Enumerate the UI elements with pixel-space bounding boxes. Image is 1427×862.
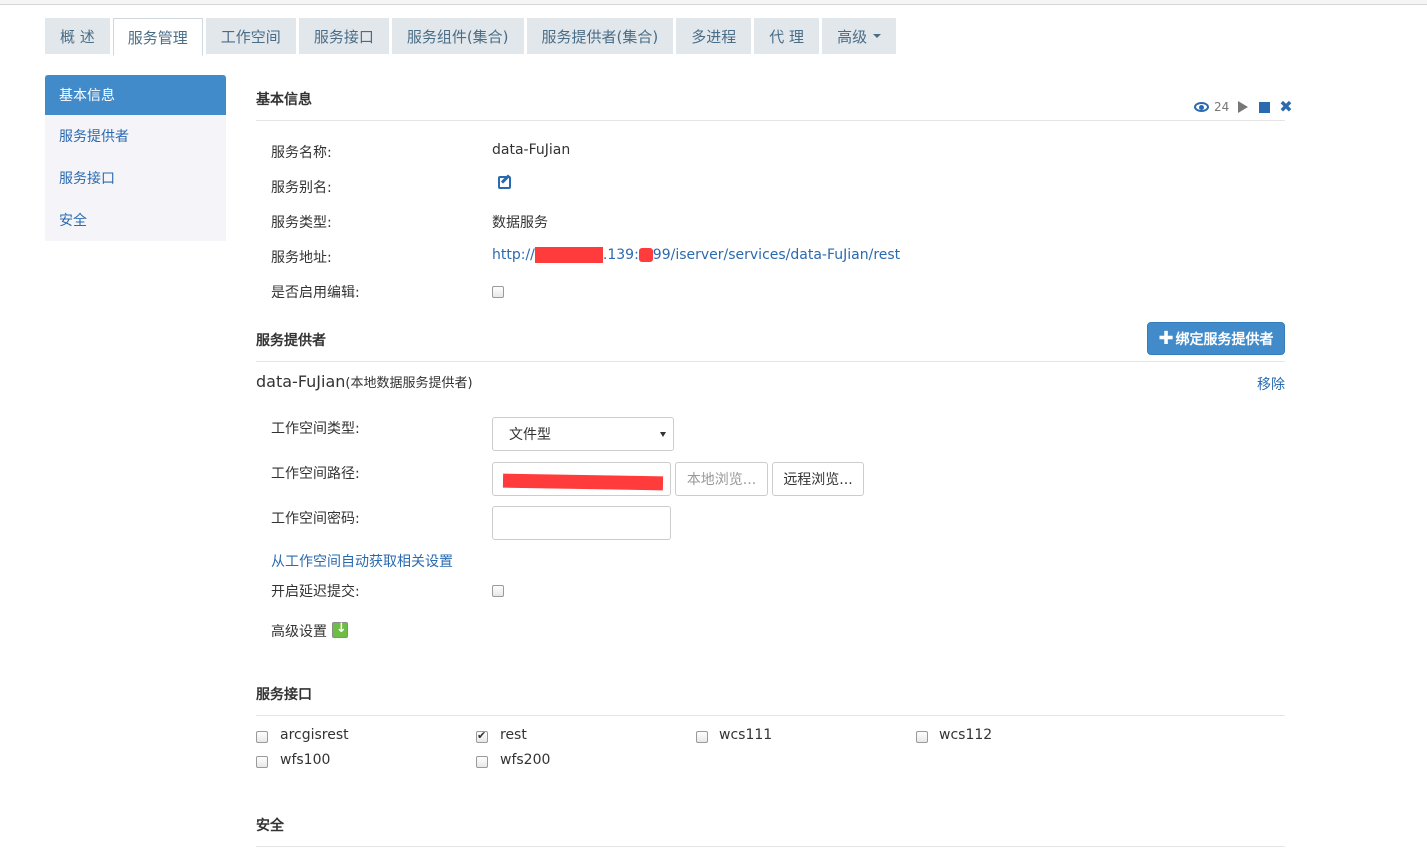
- interface-label-wcs112: wcs112: [939, 727, 993, 743]
- interface-checkbox-wfs200[interactable]: [476, 756, 488, 768]
- interface-checkbox-wcs112[interactable]: [916, 731, 928, 743]
- service-url-link[interactable]: http:// .139: 99/iserver/services/data-FuJ…: [492, 247, 900, 263]
- service-provider-title: 服务提供者: [256, 333, 326, 349]
- sidebar-item-service-interface[interactable]: 服务接口: [45, 157, 226, 199]
- service-name-value: data-FuJian: [492, 142, 571, 158]
- local-browse-button[interactable]: 本地浏览...: [675, 462, 768, 496]
- remove-provider-link[interactable]: 移除: [1257, 374, 1285, 394]
- interface-label-wcs111: wcs111: [719, 727, 773, 743]
- workspace-password-label: 工作空间密码:: [271, 511, 360, 527]
- service-interface-title: 服务接口: [256, 687, 312, 703]
- delay-commit-label: 开启延迟提交:: [271, 584, 360, 600]
- tab-multiprocess[interactable]: 多进程: [676, 18, 752, 54]
- tab-advanced[interactable]: 高级: [822, 18, 897, 54]
- enable-edit-label: 是否启用编辑:: [271, 285, 360, 301]
- view-count: 24: [1214, 100, 1230, 114]
- plus-icon: ✚: [1158, 328, 1174, 349]
- security-title: 安全: [256, 818, 284, 834]
- basic-info-title: 基本信息: [256, 92, 312, 108]
- tab-proxy[interactable]: 代 理: [754, 18, 820, 54]
- auto-settings-link[interactable]: 从工作空间自动获取相关设置: [271, 551, 453, 571]
- workspace-path-label: 工作空间路径:: [271, 466, 360, 482]
- provider-name: data-FuJian(本地数据服务提供者): [256, 372, 473, 391]
- tab-service-providers[interactable]: 服务提供者(集合): [526, 18, 674, 54]
- eye-icon[interactable]: [1194, 102, 1209, 112]
- workspace-type-select[interactable]: 文件型: [492, 417, 674, 451]
- chevron-down-icon: [660, 432, 666, 437]
- service-toolbar: 24 ✖: [1194, 99, 1293, 115]
- interface-checkbox-rest[interactable]: [476, 729, 488, 743]
- bind-provider-label: 绑定服务提供者: [1175, 331, 1274, 348]
- caret-down-icon: [873, 34, 882, 38]
- divider: [256, 715, 1285, 716]
- service-type-value: 数据服务: [492, 215, 548, 231]
- url-suffix: 99/iserver/services/data-FuJian/rest: [652, 247, 901, 263]
- tab-workspace[interactable]: 工作空间: [205, 18, 296, 54]
- bind-provider-button[interactable]: ✚ 绑定服务提供者: [1147, 322, 1285, 355]
- sidebar: 基本信息 服务提供者 服务接口 安全: [45, 75, 226, 241]
- redacted-block: [638, 248, 653, 262]
- edit-icon[interactable]: [498, 176, 511, 189]
- service-alias-label: 服务别名:: [271, 180, 332, 196]
- interface-label-arcgisrest: arcgisrest: [280, 727, 349, 743]
- remote-browse-button[interactable]: 远程浏览...: [772, 462, 864, 496]
- redacted-block: [502, 473, 664, 491]
- redacted-block: [534, 247, 603, 263]
- sidebar-item-service-provider[interactable]: 服务提供者: [45, 115, 226, 157]
- sidebar-item-basic-info[interactable]: 基本信息: [45, 75, 226, 115]
- divider: [256, 846, 1285, 847]
- provider-type-note: (本地数据服务提供者): [345, 376, 473, 391]
- divider: [256, 120, 1285, 121]
- tab-service-components[interactable]: 服务组件(集合): [391, 18, 524, 54]
- url-mid: .139:: [602, 247, 639, 263]
- browser-top-edge: [0, 0, 1427, 5]
- tab-service-management[interactable]: 服务管理: [112, 18, 203, 56]
- expand-down-icon[interactable]: [332, 621, 348, 638]
- tab-overview[interactable]: 概 述: [45, 18, 110, 54]
- interface-label-wfs200: wfs200: [500, 752, 551, 768]
- workspace-path-input[interactable]: [492, 462, 671, 496]
- interface-label-wfs100: wfs100: [280, 752, 331, 768]
- sidebar-item-security[interactable]: 安全: [45, 199, 226, 241]
- interface-checkbox-arcgisrest[interactable]: [256, 731, 268, 743]
- stop-icon[interactable]: [1259, 101, 1271, 113]
- interface-checkbox-wfs100[interactable]: [256, 756, 268, 768]
- interface-checkbox-wcs111[interactable]: [696, 731, 708, 743]
- service-url-label: 服务地址:: [271, 250, 332, 266]
- close-icon[interactable]: ✖: [1279, 99, 1292, 115]
- tab-service-interface[interactable]: 服务接口: [298, 18, 389, 54]
- interface-label-rest: rest: [500, 727, 527, 743]
- service-type-label: 服务类型:: [271, 215, 332, 231]
- play-icon[interactable]: [1238, 101, 1249, 113]
- divider: [256, 361, 1285, 362]
- provider-name-text: data-FuJian: [256, 372, 346, 391]
- workspace-password-input[interactable]: [492, 506, 671, 540]
- service-name-label: 服务名称:: [271, 145, 332, 161]
- main-tabs: 概 述 服务管理 工作空间 服务接口 服务组件(集合) 服务提供者(集合) 多进…: [45, 18, 899, 56]
- delay-commit-checkbox[interactable]: [492, 585, 504, 597]
- advanced-settings-label: 高级设置: [271, 624, 327, 640]
- enable-edit-checkbox[interactable]: [492, 286, 504, 298]
- workspace-type-value: 文件型: [509, 427, 551, 443]
- workspace-type-label: 工作空间类型:: [271, 421, 360, 437]
- url-prefix: http://: [492, 247, 535, 263]
- tab-advanced-label: 高级: [837, 27, 868, 46]
